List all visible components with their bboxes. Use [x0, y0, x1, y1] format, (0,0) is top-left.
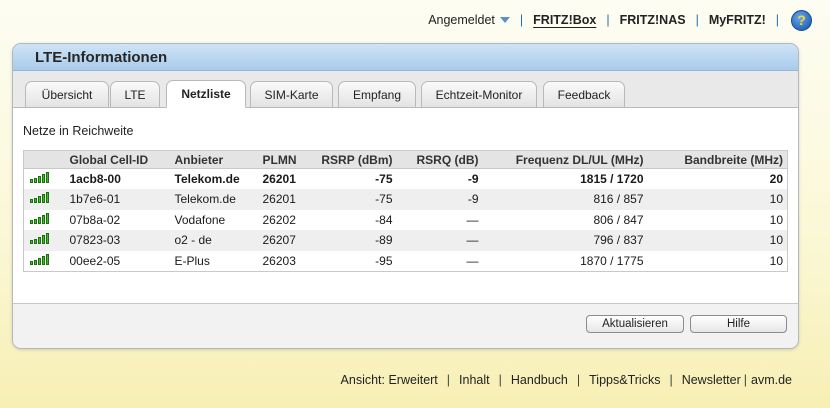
refresh-button[interactable]: Aktualisieren [586, 315, 684, 333]
tab-lte[interactable]: LTE [110, 81, 160, 108]
tab-netzliste[interactable]: Netzliste [166, 80, 246, 108]
bandwidth: 10 [769, 212, 783, 227]
frequency: 1815 / 1720 [580, 172, 644, 186]
bandwidth: 10 [769, 253, 783, 268]
col-header-bandwidth: Bandbreite (MHz) [647, 150, 788, 169]
nav-link-fritzbox[interactable]: FRITZ!Box [533, 13, 596, 27]
bottom-navigation: Ansicht: Erweitert | Inhalt | Handbuch |… [0, 370, 830, 390]
dropdown-arrow-icon [499, 17, 510, 23]
link-handbuch[interactable]: Handbuch [511, 373, 568, 387]
link-newsletter[interactable]: Newsletter [682, 373, 741, 387]
rsrp: -89 [312, 230, 397, 251]
signal-strength-icon [23, 189, 66, 210]
panel-title: LTE-Informationen [13, 44, 798, 71]
table-row: 07823-03 o2 - de 26207 -89 — 796 / 837 1… [23, 230, 788, 251]
rsrq: — [466, 212, 479, 227]
rsrp: -75 [375, 172, 393, 186]
rsrq: -9 [467, 172, 479, 186]
frequency: 1870 / 1775 [580, 253, 644, 268]
rsrp: -75 [312, 189, 397, 210]
table-row: 00ee2-05 E-Plus 26203 -95 — 1870 / 1775 … [24, 251, 788, 272]
nav-link-myfritz[interactable]: MyFRITZ! [709, 13, 766, 27]
help-icon[interactable]: ? [791, 9, 812, 31]
plmn: 26207 [258, 230, 313, 251]
nav-separator: | [743, 373, 747, 387]
network-table: Global Cell-ID Anbieter PLMN RSRP (dBm) … [23, 150, 788, 272]
tab-echtzeit-monitor[interactable]: Echtzeit-Monitor [421, 81, 537, 108]
rsrp: -84 [375, 212, 393, 227]
col-header-rsrp: RSRP (dBm) [312, 150, 397, 169]
nav-separator: | [576, 373, 581, 387]
provider: Vodafone [174, 212, 226, 227]
bandwidth: 10 [647, 230, 788, 251]
cell-id: 1b7e6-01 [65, 189, 171, 210]
tab-empfang[interactable]: Empfang [338, 81, 416, 108]
tab-bar: Übersicht LTE Netzliste SIM-Karte Empfan… [13, 71, 798, 108]
top-navigation: Angemeldet | FRITZ!Box | FRITZ!NAS | MyF… [0, 8, 830, 32]
plmn: 26202 [262, 212, 296, 227]
table-row: 1acb8-00 Telekom.de 26201 -75 -9 1815 / … [24, 169, 788, 190]
rsrq: -9 [396, 189, 483, 210]
netzliste-content: Netze in Reichweite Global Cell-ID Anbie… [13, 108, 798, 304]
provider: o2 - de [170, 230, 259, 251]
nav-link-fritznas[interactable]: FRITZ!NAS [620, 13, 686, 27]
rsrq: — [466, 253, 479, 268]
panel-footer: Aktualisieren Hilfe [13, 304, 798, 348]
help-button[interactable]: Hilfe [690, 315, 787, 333]
provider: E-Plus [174, 253, 210, 268]
plmn: 26203 [262, 253, 296, 268]
cell-id: 00ee2-05 [69, 253, 121, 268]
bandwidth: 10 [647, 189, 788, 210]
col-header-signal [23, 150, 66, 169]
login-status-dropdown[interactable]: Angemeldet [428, 13, 510, 27]
nav-separator: | [695, 13, 699, 27]
provider: Telekom.de [174, 172, 240, 186]
col-header-frequency: Frequenz DL/UL (MHz) [482, 150, 648, 169]
frequency: 816 / 857 [482, 189, 648, 210]
tab-sim-karte[interactable]: SIM-Karte [250, 81, 333, 108]
col-header-cell-id: Global Cell-ID [65, 150, 171, 169]
login-status-label: Angemeldet [428, 13, 495, 27]
link-tipps-tricks[interactable]: Tipps&Tricks [589, 373, 660, 387]
frequency: 806 / 847 [593, 212, 644, 227]
nav-separator: | [498, 373, 502, 387]
bandwidth: 20 [769, 172, 783, 186]
table-row: 07b8a-02 Vodafone 26202 -84 — 806 / 847 … [24, 210, 788, 231]
nav-separator: | [519, 13, 524, 27]
signal-strength-icon [24, 210, 66, 231]
rsrp: -95 [375, 253, 393, 268]
link-inhalt[interactable]: Inhalt [459, 373, 490, 387]
lte-info-panel: LTE-Informationen Übersicht LTE Netzlist… [12, 43, 799, 349]
nav-separator: | [775, 13, 779, 27]
link-avm[interactable]: avm.de [751, 373, 792, 387]
table-header-row: Global Cell-ID Anbieter PLMN RSRP (dBm) … [23, 150, 788, 169]
cell-id: 07b8a-02 [69, 212, 121, 227]
signal-strength-icon [23, 230, 66, 251]
nav-separator: | [606, 13, 610, 27]
plmn: 26201 [262, 172, 296, 186]
nav-separator: | [446, 373, 451, 387]
cell-id: 1acb8-00 [69, 172, 121, 186]
col-header-rsrq: RSRQ (dB) [396, 150, 483, 169]
tab-feedback[interactable]: Feedback [543, 81, 625, 108]
col-header-plmn: PLMN [258, 150, 313, 169]
plmn: 26201 [258, 189, 313, 210]
link-view-mode[interactable]: Ansicht: Erweitert [341, 373, 438, 387]
cell-id: 07823-03 [65, 230, 171, 251]
table-row: 1b7e6-01 Telekom.de 26201 -75 -9 816 / 8… [23, 189, 788, 210]
signal-strength-icon [24, 169, 66, 190]
tab-uebersicht[interactable]: Übersicht [25, 81, 109, 108]
rsrq: — [396, 230, 483, 251]
col-header-provider: Anbieter [170, 150, 259, 169]
section-title: Netze in Reichweite [23, 124, 134, 138]
frequency: 796 / 837 [482, 230, 648, 251]
provider: Telekom.de [170, 189, 259, 210]
signal-strength-icon [24, 251, 66, 272]
nav-separator: | [669, 373, 673, 387]
